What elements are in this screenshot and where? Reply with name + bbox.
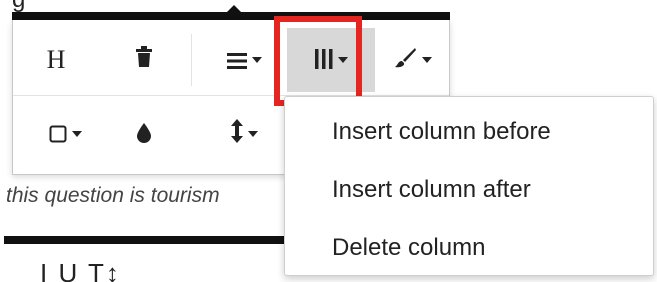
column-button[interactable] — [287, 28, 375, 92]
toolbar-row-1: H — [13, 24, 449, 96]
popover-arrow — [226, 5, 242, 13]
toolbar-separator — [191, 34, 192, 86]
brush-icon — [393, 45, 417, 76]
chevron-down-icon — [251, 57, 262, 63]
chevron-down-icon — [247, 131, 258, 137]
trash-icon — [135, 46, 153, 74]
chevron-down-icon — [421, 57, 432, 63]
border-button[interactable] — [25, 102, 105, 166]
align-button[interactable] — [211, 28, 277, 92]
columns-icon — [314, 45, 333, 76]
align-icon — [226, 45, 247, 76]
fill-color-button[interactable] — [113, 102, 175, 166]
square-border-icon — [49, 119, 67, 150]
delete-table-button[interactable] — [113, 28, 175, 92]
heading-icon: H — [46, 45, 66, 74]
column-dropdown-menu: Insert column before Insert column after… — [284, 96, 654, 276]
vertical-arrows-icon — [230, 118, 243, 150]
delete-column-item[interactable]: Delete column — [285, 219, 653, 277]
format-toolbar-fragment: I U T↕ — [40, 258, 121, 282]
droplet-icon — [137, 119, 151, 150]
brush-button[interactable] — [379, 28, 445, 92]
question-text: this question is tourism — [6, 184, 220, 207]
chevron-down-icon — [71, 131, 82, 137]
insert-column-before-item[interactable]: Insert column before — [285, 103, 653, 161]
insert-column-after-item[interactable]: Insert column after — [285, 161, 653, 219]
row-height-button[interactable] — [211, 102, 277, 166]
heading-button[interactable]: H — [25, 28, 87, 92]
chevron-down-icon — [337, 57, 348, 63]
